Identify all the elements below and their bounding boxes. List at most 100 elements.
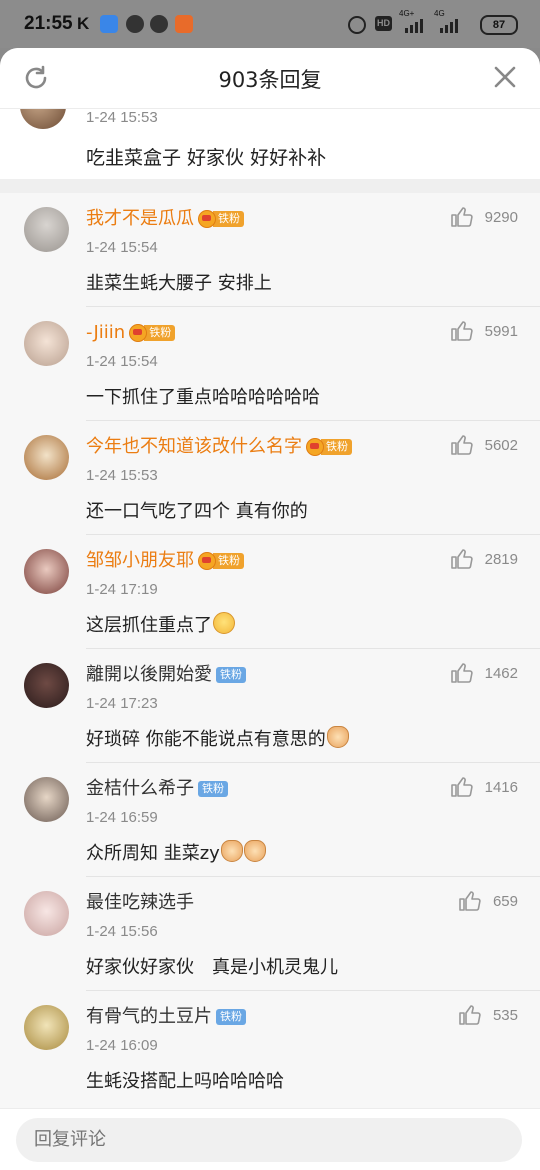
app-notification-icon (175, 15, 193, 33)
username[interactable]: 邹邹小朋友耶 铁粉 (86, 549, 244, 573)
reply-text: 生蚝没搭配上吗哈哈哈哈 (86, 1071, 284, 1092)
sheet-title: 903条回复 (218, 68, 322, 92)
globe-icon-2 (150, 15, 168, 33)
doge-emoji-icon (243, 840, 266, 862)
reply-time: 1-24 15:54 (86, 353, 158, 370)
avatar[interactable] (24, 663, 69, 708)
reply-text: 韭菜生蚝大腰子 安排上 (86, 273, 272, 294)
reply-item[interactable]: -Jiiin 铁粉 1-24 15:54 一下抓住了重点哈哈哈哈哈哈 5991 (0, 307, 540, 421)
username-text[interactable]: 今年也不知道该改什么名字 (86, 435, 302, 459)
reply-text-wrapper: 众所周知 韭菜zy (86, 839, 266, 865)
reply-item[interactable]: 金桔什么希子 铁粉 1-24 16:59 众所周知 韭菜zy 1416 (0, 763, 540, 877)
section-divider (0, 179, 540, 193)
reply-text: 这层抓住重点了 (86, 615, 212, 636)
reply-text: 一下抓住了重点哈哈哈哈哈哈 (86, 387, 320, 408)
reply-input[interactable] (16, 1118, 522, 1162)
thumbs-up-icon (450, 321, 473, 341)
reply-text: 好琐碎 你能不能说点有意思的 (86, 729, 326, 750)
hd-icon: HD (375, 16, 392, 31)
fan-badge-label: 铁粉 (213, 211, 244, 227)
reply-text-wrapper: 这层抓住重点了 (86, 611, 235, 637)
avatar[interactable] (24, 435, 69, 480)
fan-badge: 铁粉 (306, 438, 352, 456)
like-button[interactable]: 9290 (450, 207, 518, 227)
username-text[interactable]: 離開以後開始愛 (86, 663, 212, 687)
username-text[interactable]: 最佳吃辣选手 (86, 891, 194, 915)
reply-item[interactable]: 離開以後開始愛 铁粉 1-24 17:23 好琐碎 你能不能说点有意思的 146… (0, 649, 540, 763)
fan-badge-label: 铁粉 (321, 439, 352, 455)
like-button[interactable]: 535 (459, 1005, 518, 1025)
avatar[interactable] (24, 1005, 69, 1050)
like-count: 9290 (484, 208, 518, 226)
fan-badge-label: 铁粉 (213, 553, 244, 569)
replies-sheet: 903条回复 1-24 15:53 吃韭菜盒子 好家伙 好好补补 我才不是瓜瓜 … (0, 48, 540, 1170)
like-count: 5991 (484, 322, 518, 340)
like-count: 659 (492, 892, 518, 910)
username-text[interactable]: -Jiiin (86, 321, 125, 345)
globe-icon (126, 15, 144, 33)
fan-badge: 铁粉 (198, 552, 244, 570)
reply-text: 好家伙好家伙 真是小机灵鬼儿 (86, 957, 338, 978)
reply-item[interactable]: 有骨气的土豆片 铁粉 1-24 16:09 生蚝没搭配上吗哈哈哈哈 535 (0, 991, 540, 1105)
wifi-app-icon (100, 15, 118, 33)
like-button[interactable]: 659 (459, 891, 518, 911)
fan-badge: 铁粉 (198, 780, 228, 798)
username[interactable]: 金桔什么希子 铁粉 (86, 777, 228, 801)
username-text[interactable]: 金桔什么希子 (86, 777, 194, 801)
avatar[interactable] (24, 321, 69, 366)
thumbs-up-icon (450, 549, 473, 569)
reply-item[interactable]: 最佳吃辣选手 1-24 15:56 好家伙好家伙 真是小机灵鬼儿 659 (0, 877, 540, 991)
root-comment: 1-24 15:53 吃韭菜盒子 好家伙 好好补补 (0, 83, 540, 179)
username[interactable]: 最佳吃辣选手 (86, 891, 194, 915)
avatar[interactable] (24, 207, 69, 252)
reply-item[interactable]: 今年也不知道该改什么名字 铁粉 1-24 15:53 还一口气吃了四个 真有你的… (0, 421, 540, 535)
like-button[interactable]: 1416 (450, 777, 518, 797)
signal-icon-2: 4G (434, 9, 458, 33)
reply-item[interactable]: 我才不是瓜瓜 铁粉 1-24 15:54 韭菜生蚝大腰子 安排上 9290 (0, 193, 540, 307)
like-count: 1416 (484, 778, 518, 796)
replies-list[interactable]: 我才不是瓜瓜 铁粉 1-24 15:54 韭菜生蚝大腰子 安排上 9290 -J… (0, 193, 540, 1108)
avatar[interactable] (24, 777, 69, 822)
battery-icon: 87 (480, 15, 518, 35)
username-text[interactable]: 我才不是瓜瓜 (86, 207, 194, 231)
like-button[interactable]: 5991 (450, 321, 518, 341)
comment-time: 1-24 15:53 (86, 109, 158, 126)
thumbs-up-icon (450, 435, 473, 455)
crown-icon (198, 552, 216, 570)
reply-time: 1-24 17:23 (86, 695, 158, 712)
like-count: 535 (492, 1006, 518, 1024)
username-text[interactable]: 有骨气的土豆片 (86, 1005, 212, 1029)
reply-item[interactable]: 邹邹小朋友耶 铁粉 1-24 17:19 这层抓住重点了 2819 (0, 535, 540, 649)
thumbs-up-icon (450, 777, 473, 797)
username-text[interactable]: 邹邹小朋友耶 (86, 549, 194, 573)
thumbs-up-icon (459, 891, 481, 911)
fan-badge-label: 铁粉 (216, 667, 246, 683)
close-icon[interactable] (492, 64, 518, 90)
username[interactable]: 今年也不知道该改什么名字 铁粉 (86, 435, 352, 459)
fan-badge-label: 铁粉 (216, 1009, 246, 1025)
reply-time: 1-24 15:54 (86, 239, 158, 256)
like-count: 1462 (484, 664, 518, 682)
like-button[interactable]: 1462 (450, 663, 518, 683)
fan-badge: 铁粉 (129, 324, 176, 342)
reply-time: 1-24 17:19 (86, 581, 158, 598)
like-button[interactable]: 2819 (450, 549, 518, 569)
username[interactable]: 有骨气的土豆片 铁粉 (86, 1005, 246, 1029)
username[interactable]: 我才不是瓜瓜 铁粉 (86, 207, 244, 231)
avatar[interactable] (24, 549, 69, 594)
reply-time: 1-24 15:56 (86, 923, 158, 940)
like-button[interactable]: 5602 (450, 435, 518, 455)
avatar[interactable] (24, 891, 69, 936)
username[interactable]: 離開以後開始愛 铁粉 (86, 663, 246, 687)
thumbs-up-icon (450, 207, 473, 227)
reply-time: 1-24 16:09 (86, 1037, 158, 1054)
like-count: 5602 (484, 436, 518, 454)
clock: 21:55 (24, 13, 73, 34)
reply-text: 还一口气吃了四个 真有你的 (86, 501, 308, 522)
status-bar: 21:55 K HD 4G+ 4G 87 (0, 0, 540, 48)
fan-badge: 铁粉 (216, 1008, 246, 1026)
username[interactable]: -Jiiin 铁粉 (86, 321, 176, 345)
comment-text: 吃韭菜盒子 好家伙 好好补补 (86, 147, 327, 169)
smile-emoji-icon (213, 612, 235, 634)
signal-icon: 4G+ (399, 9, 423, 33)
